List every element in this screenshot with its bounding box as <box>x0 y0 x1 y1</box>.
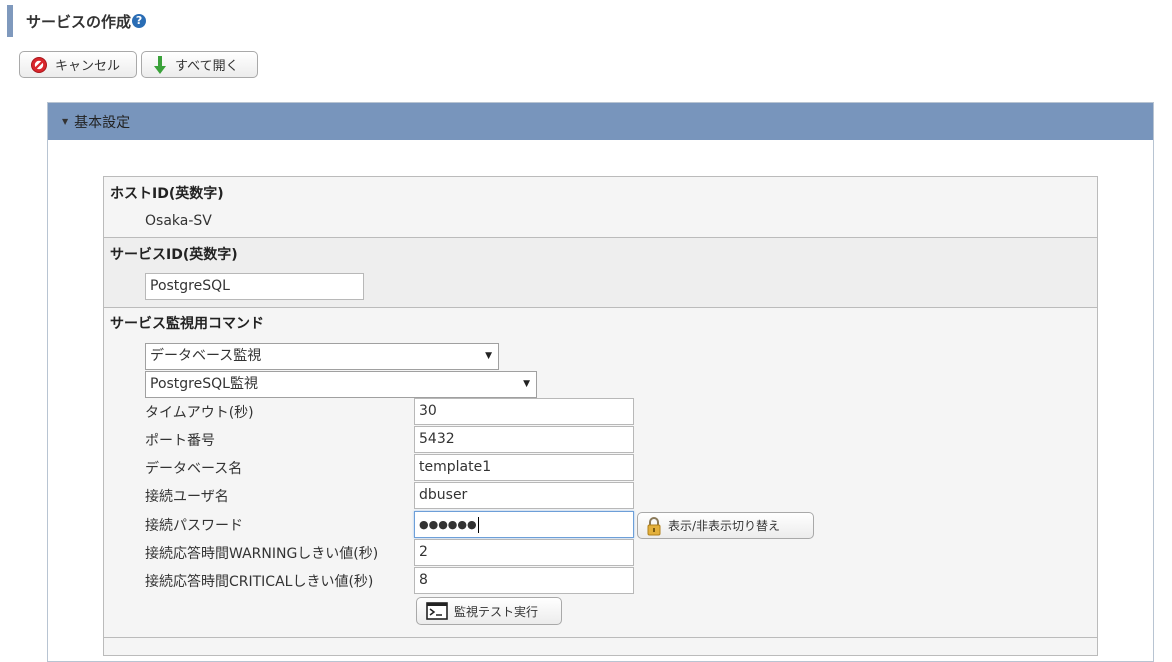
param-label-database: データベース名 <box>145 461 243 477</box>
text-caret <box>477 517 479 533</box>
help-icon[interactable]: ? <box>132 14 147 28</box>
host-id-value: Osaka-SV <box>145 213 212 229</box>
cancel-button-label: キャンセル <box>55 59 121 74</box>
service-id-label: サービスID(英数字) <box>110 247 238 263</box>
param-label-timeout: タイムアウト(秒) <box>145 405 254 421</box>
command-category-select[interactable]: データベース監視 ▼ <box>145 343 499 370</box>
service-id-section: サービスID(英数字) PostgreSQL <box>104 238 1097 308</box>
command-section: サービス監視用コマンド データベース監視 ▼ PostgreSQL監視 ▼ タイ… <box>104 308 1097 638</box>
service-id-input[interactable]: PostgreSQL <box>145 273 364 300</box>
dropdown-arrow-icon: ▼ <box>523 379 530 389</box>
command-type-value: PostgreSQL監視 <box>150 376 258 392</box>
timeout-input[interactable]: 30 <box>414 398 634 425</box>
param-label-warning: 接続応答時間WARNINGしきい値(秒) <box>145 546 379 562</box>
critical-threshold-input[interactable]: 8 <box>414 567 634 594</box>
password-input[interactable]: ●●●●●● <box>414 511 634 538</box>
command-category-value: データベース監視 <box>150 348 262 364</box>
page-title: サービスの作成 ? <box>7 5 407 37</box>
password-mask: ●●●●●● <box>419 518 477 531</box>
monitor-test-button[interactable]: 監視テスト実行 <box>416 597 562 625</box>
toggle-password-label: 表示/非表示切り替え <box>668 519 781 533</box>
command-label: サービス監視用コマンド <box>110 316 264 332</box>
arrow-down-icon <box>152 55 168 75</box>
collapse-triangle-icon: ▼ <box>62 117 69 126</box>
host-id-section: ホストID(英数字) Osaka-SV <box>104 177 1097 238</box>
database-input[interactable]: template1 <box>414 454 634 481</box>
param-label-port: ポート番号 <box>145 433 215 449</box>
monitor-test-label: 監視テスト実行 <box>454 604 539 619</box>
basic-settings-header[interactable]: ▼ 基本設定 <box>48 103 1153 140</box>
warning-threshold-input[interactable]: 2 <box>414 539 634 566</box>
command-type-select[interactable]: PostgreSQL監視 ▼ <box>145 371 537 398</box>
service-form: ホストID(英数字) Osaka-SV サービスID(英数字) PostgreS… <box>103 176 1098 656</box>
toggle-password-button[interactable]: 表示/非表示切り替え <box>637 512 814 539</box>
cancel-button[interactable]: キャンセル <box>19 51 137 78</box>
user-input[interactable]: dbuser <box>414 482 634 509</box>
lock-icon <box>646 516 662 536</box>
page-title-text: サービスの作成 <box>26 12 132 31</box>
dropdown-arrow-icon: ▼ <box>485 351 492 361</box>
param-label-user: 接続ユーザ名 <box>145 489 229 505</box>
open-all-button[interactable]: すべて開く <box>141 51 258 78</box>
param-label-critical: 接続応答時間CRITICALしきい値(秒) <box>145 574 374 590</box>
terminal-icon <box>426 602 448 620</box>
basic-settings-title: 基本設定 <box>74 114 131 131</box>
cancel-icon <box>30 56 48 74</box>
param-label-password: 接続パスワード <box>145 518 243 534</box>
open-all-button-label: すべて開く <box>175 59 239 74</box>
port-input[interactable]: 5432 <box>414 426 634 453</box>
host-id-label: ホストID(英数字) <box>110 186 224 202</box>
